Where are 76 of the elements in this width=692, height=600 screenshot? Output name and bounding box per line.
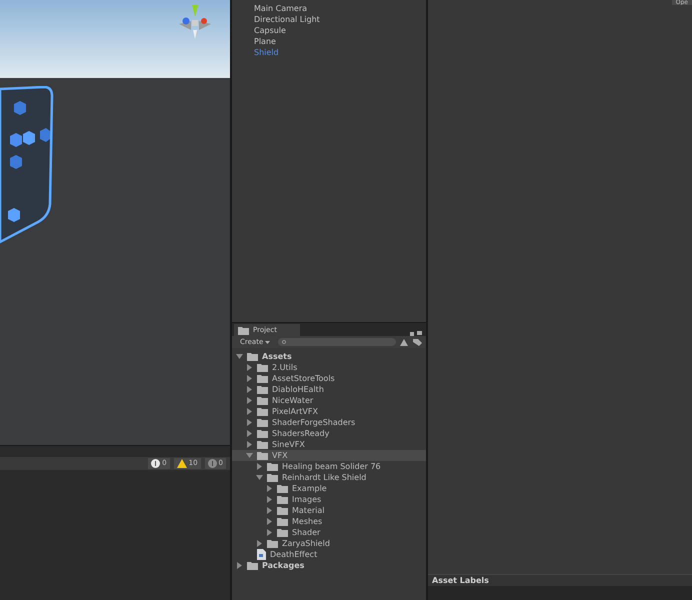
- tree-label: Images: [292, 494, 322, 505]
- warning-icon: [176, 459, 187, 468]
- file-icon: [257, 549, 266, 560]
- folder-icon: [277, 484, 288, 493]
- hierarchy-item[interactable]: Main Camera: [232, 3, 426, 14]
- tree-row[interactable]: ZaryaShield: [232, 538, 426, 549]
- expanded-arrow-icon[interactable]: [256, 474, 263, 481]
- search-icon: [282, 340, 288, 344]
- tree-label: Example: [292, 483, 327, 494]
- tree-row[interactable]: ShaderForgeShaders: [232, 417, 426, 428]
- tree-label: SineVFX: [272, 439, 305, 450]
- tree-label: VFX: [272, 450, 288, 461]
- tree-row[interactable]: VFX: [232, 450, 426, 461]
- folder-icon: [247, 352, 258, 361]
- tree-label: ShaderForgeShaders: [272, 417, 356, 428]
- folder-icon: [267, 473, 278, 482]
- tree-label: Packages: [262, 560, 304, 571]
- folder-icon: [257, 363, 268, 372]
- tree-label: Shader: [292, 527, 320, 538]
- tree-row[interactable]: SineVFX: [232, 439, 426, 450]
- tree-label: AssetStoreTools: [272, 373, 335, 384]
- tree-row[interactable]: 2.Utils: [232, 362, 426, 373]
- tree-row[interactable]: ShadersReady: [232, 428, 426, 439]
- tree-row[interactable]: AssetStoreTools: [232, 373, 426, 384]
- tree-label: Reinhardt Like Shield: [282, 472, 366, 483]
- scene-view[interactable]: [0, 0, 230, 445]
- tree-row[interactable]: Reinhardt Like Shield: [232, 472, 426, 483]
- folder-icon: [257, 396, 268, 405]
- folder-icon: [257, 429, 268, 438]
- tree-row[interactable]: Shader: [232, 527, 426, 538]
- folder-icon: [277, 495, 288, 504]
- hierarchy-item[interactable]: Directional Light: [232, 14, 426, 25]
- tree-row[interactable]: PixelArtVFX: [232, 406, 426, 417]
- folder-icon: [257, 374, 268, 383]
- tree-row[interactable]: DeathEffect: [232, 549, 426, 560]
- folder-icon: [277, 528, 288, 537]
- tree-label: Healing beam Solider 76: [282, 461, 381, 472]
- tree-row[interactable]: Material: [232, 505, 426, 516]
- tag-icon[interactable]: [413, 338, 422, 346]
- folder-icon: [267, 539, 278, 548]
- folder-icon: [257, 451, 268, 460]
- hierarchy-item[interactable]: Plane: [232, 36, 426, 47]
- tree-row[interactable]: Images: [232, 494, 426, 505]
- tree-row[interactable]: Packages: [232, 560, 426, 571]
- caret-icon: [265, 340, 270, 344]
- tree-row[interactable]: Healing beam Solider 76: [232, 461, 426, 472]
- folder-icon: [257, 407, 268, 416]
- tree-label: Material: [292, 505, 324, 516]
- tree-row[interactable]: NiceWater: [232, 395, 426, 406]
- tree-label: PixelArtVFX: [272, 406, 318, 417]
- folder-icon: [257, 418, 268, 427]
- hierarchy-item[interactable]: Capsule: [232, 25, 426, 36]
- hierarchy-item[interactable]: Shield: [232, 47, 426, 58]
- tree-row[interactable]: Assets: [232, 351, 426, 362]
- collapsed-arrow-icon[interactable]: [236, 562, 243, 569]
- asset-labels-header[interactable]: Asset Labels: [428, 574, 692, 586]
- tree-label: NiceWater: [272, 395, 314, 406]
- expanded-arrow-icon[interactable]: [246, 452, 253, 459]
- expanded-arrow-icon[interactable]: [236, 353, 243, 360]
- folder-icon: [277, 506, 288, 515]
- tree-label: Assets: [262, 351, 292, 362]
- tree-label: ZaryaShield: [282, 538, 330, 549]
- tree-label: DiabloHEalth: [272, 384, 324, 395]
- tree-label: 2.Utils: [272, 362, 298, 373]
- collapsed-arrow-icon[interactable]: [256, 463, 263, 470]
- tree-row[interactable]: DiabloHEalth: [232, 384, 426, 395]
- folder-icon: [257, 385, 268, 394]
- folder-icon: [277, 517, 288, 526]
- tree-label: Meshes: [292, 516, 322, 527]
- tree-label: DeathEffect: [270, 549, 318, 560]
- tree-label: ShadersReady: [272, 428, 330, 439]
- folder-icon: [247, 561, 258, 570]
- info-icon: [151, 459, 160, 468]
- tree-row[interactable]: Meshes: [232, 516, 426, 527]
- tree-row[interactable]: Example: [232, 483, 426, 494]
- search-field[interactable]: [278, 338, 396, 346]
